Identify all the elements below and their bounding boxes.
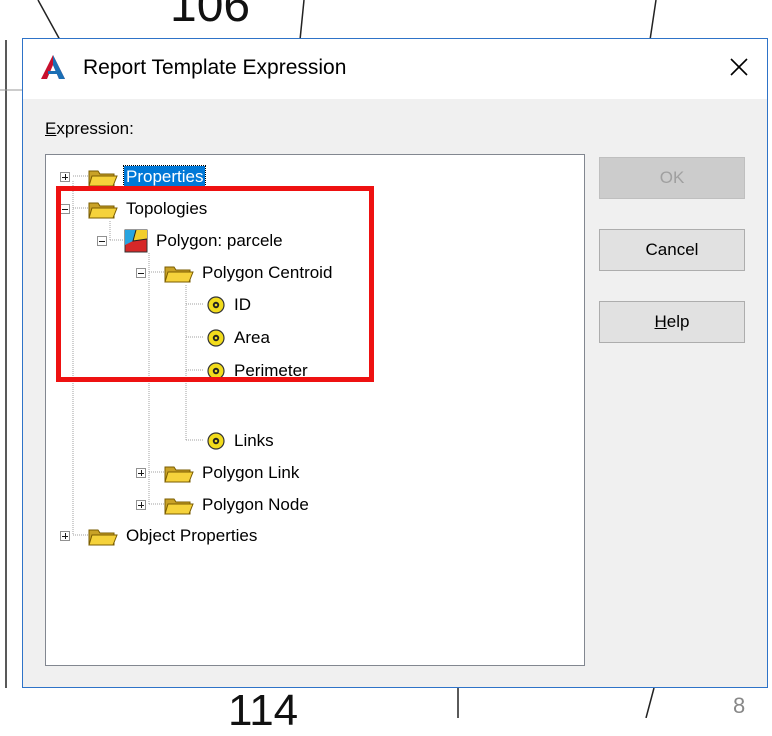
- property-icon: [206, 431, 226, 451]
- property-icon: [206, 295, 226, 315]
- tree-node-label: Object Properties: [126, 526, 258, 545]
- tree-node-properties[interactable]: Properties: [88, 163, 207, 191]
- drawing-label-bottom: 114: [228, 686, 299, 735]
- expand-polygon-link-button[interactable]: [136, 468, 146, 478]
- tree-node-label: Polygon Centroid: [202, 263, 333, 282]
- tree-node-label: Links: [234, 431, 274, 450]
- folder-icon: [164, 494, 194, 516]
- folder-icon: [88, 525, 118, 547]
- folder-icon: [88, 198, 118, 220]
- tree-node-polygon-centroid[interactable]: Polygon Centroid: [164, 259, 334, 287]
- tree-node-label: Properties: [122, 165, 207, 189]
- tree-node-label: Topologies: [126, 199, 208, 218]
- autocad-a-icon: [39, 53, 67, 81]
- cancel-button[interactable]: Cancel: [599, 229, 745, 271]
- tree-node-polygon-link[interactable]: Polygon Link: [164, 459, 301, 487]
- tree-node-label: Perimeter: [234, 361, 308, 380]
- property-icon: [206, 361, 226, 381]
- folder-icon: [88, 166, 118, 188]
- expression-tree[interactable]: Properties Topologies Polygon: parcele Poly…: [45, 154, 585, 666]
- drawing-label-corner: 8: [733, 693, 746, 718]
- collapse-topologies-button[interactable]: [60, 204, 70, 214]
- help-button[interactable]: Help: [599, 301, 745, 343]
- tree-node-label: Polygon Node: [202, 495, 309, 514]
- folder-icon: [164, 262, 194, 284]
- collapse-polygon-centroid-button[interactable]: [136, 268, 146, 278]
- expand-polygon-node-button[interactable]: [136, 500, 146, 510]
- close-button[interactable]: [711, 39, 767, 95]
- tree-node-polygon-parcele[interactable]: Polygon: parcele: [124, 227, 285, 255]
- tree-node-label: ID: [234, 295, 251, 314]
- report-template-expression-dialog: Report Template Expression Expression: P…: [22, 38, 768, 688]
- title-bar[interactable]: Report Template Expression: [23, 39, 767, 99]
- ok-button[interactable]: OK: [599, 157, 745, 199]
- tree-node-links[interactable]: Links: [206, 427, 276, 455]
- property-icon: [206, 328, 226, 348]
- tree-node-area[interactable]: Area: [206, 324, 272, 352]
- expand-properties-button[interactable]: [60, 172, 70, 182]
- tree-node-label: Polygon Link: [202, 463, 300, 482]
- collapse-polygon-parcele-button[interactable]: [97, 236, 107, 246]
- dialog-title: Report Template Expression: [83, 56, 347, 79]
- tree-node-topologies[interactable]: Topologies: [88, 195, 209, 223]
- expand-object-properties-button[interactable]: [60, 531, 70, 541]
- folder-icon: [164, 462, 194, 484]
- tree-node-label: Polygon: parcele: [156, 231, 283, 250]
- polygon-topology-icon: [124, 229, 148, 253]
- expression-label: Expression:: [45, 119, 134, 138]
- tree-node-polygon-node[interactable]: Polygon Node: [164, 491, 311, 519]
- tree-node-id[interactable]: ID: [206, 291, 253, 319]
- close-icon: [730, 58, 748, 76]
- tree-node-label: Area: [234, 328, 270, 347]
- tree-node-object-properties[interactable]: Object Properties: [88, 522, 259, 550]
- drawing-label-top: 106: [170, 0, 251, 32]
- tree-node-perimeter[interactable]: Perimeter: [206, 357, 310, 385]
